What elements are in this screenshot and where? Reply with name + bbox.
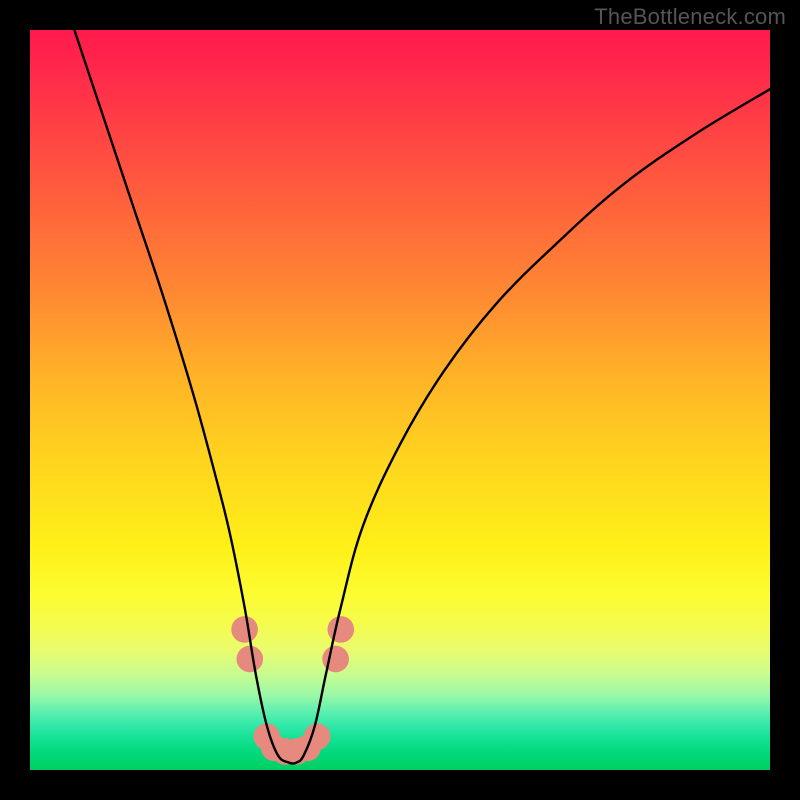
highlight-dot — [231, 616, 258, 643]
bottleneck-curve — [74, 30, 770, 764]
highlight-dot — [327, 616, 354, 643]
chart-svg — [30, 30, 770, 770]
chart-frame: TheBottleneck.com — [0, 0, 800, 800]
plot-area — [30, 30, 770, 770]
highlight-dot — [236, 646, 263, 673]
watermark-text: TheBottleneck.com — [594, 4, 786, 30]
